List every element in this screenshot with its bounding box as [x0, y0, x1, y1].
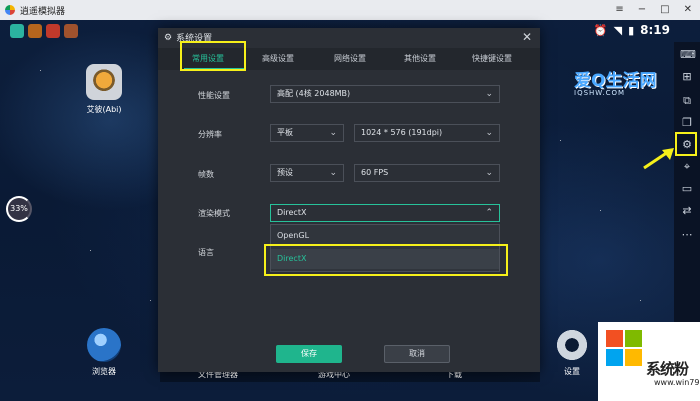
performance-label: 性能设置 — [198, 91, 230, 100]
gear-icon — [555, 328, 589, 362]
chevron-down-icon: ⌄ — [485, 168, 493, 178]
cancel-button[interactable]: 取消 — [384, 345, 450, 363]
app-label: 浏览器 — [92, 367, 116, 376]
game-notification-icon — [64, 24, 78, 38]
gear-highlight — [675, 132, 697, 156]
keyboard-icon[interactable]: ⌨ — [680, 48, 696, 62]
fps-type-select[interactable]: 预设 ⌄ — [270, 164, 344, 182]
app-label: 艾彼(Abi) — [86, 105, 122, 114]
render-mode-select[interactable]: DirectX ⌃ — [270, 204, 500, 222]
watermark-brand: 系统粉 — [646, 360, 689, 378]
option-opengl[interactable]: OpenGL — [277, 231, 309, 240]
more-icon[interactable]: ⋯ — [680, 228, 694, 242]
language-label: 语言 — [198, 248, 214, 257]
app-abi[interactable]: 艾彼(Abi) — [80, 64, 128, 115]
tab-highlight — [180, 41, 246, 71]
app-label: 设置 — [564, 367, 580, 376]
memory-progress-ring[interactable]: 33% — [6, 196, 32, 222]
app-browser[interactable]: 浏览器 — [80, 328, 128, 377]
tab-network[interactable]: 网络设置 — [334, 53, 366, 64]
alarm-icon: ⏰ — [593, 23, 608, 37]
watermark-iqshw: 爱Q生活网 IQSHW.COM — [574, 66, 670, 108]
maximize-icon[interactable]: □ — [660, 4, 669, 15]
chevron-up-icon: ⌃ — [485, 208, 493, 218]
close-window-icon[interactable]: ✕ — [684, 4, 692, 15]
performance-select[interactable]: 高配 (4核 2048MB) ⌄ — [270, 85, 500, 103]
watermark-url: www.win7999.com — [654, 378, 700, 387]
app-settings[interactable]: 设置 — [548, 328, 596, 377]
screenshot-icon[interactable]: ⧉ — [680, 94, 694, 108]
resolution-type-select[interactable]: 平板 ⌄ — [270, 124, 344, 142]
window-title: 逍遥模拟器 — [20, 6, 66, 17]
tab-other[interactable]: 其他设置 — [404, 53, 436, 64]
rotate-icon[interactable]: ⇄ — [680, 204, 694, 218]
tab-advanced[interactable]: 高级设置 — [262, 53, 294, 64]
chevron-down-icon: ⌄ — [329, 168, 337, 178]
multi-window-icon[interactable]: ❐ — [680, 116, 694, 130]
game-notification-icon — [46, 24, 60, 38]
keymap-icon[interactable]: ⊞ — [680, 70, 694, 84]
windows-logo-icon — [606, 330, 642, 366]
save-button[interactable]: 保存 — [276, 345, 342, 363]
globe-icon — [87, 328, 121, 362]
status-indicators: ⏰ ◥ ▮ 8:19 — [594, 23, 670, 37]
clock: 8:19 — [640, 23, 670, 37]
resolution-select[interactable]: 1024 * 576 (191dpi) ⌄ — [354, 124, 500, 142]
fps-label: 帧数 — [198, 170, 214, 179]
chevron-down-icon: ⌄ — [329, 128, 337, 138]
camera-notification-icon — [10, 24, 24, 38]
close-icon[interactable]: ✕ — [522, 30, 532, 44]
menu-icon[interactable]: ≡ — [615, 4, 623, 15]
directx-highlight — [264, 244, 508, 276]
window-controls: ≡ − □ ✕ — [615, 4, 692, 15]
battery-icon: ▮ — [628, 23, 635, 37]
resolution-label: 分辨率 — [198, 130, 222, 139]
watermark-title: 爱Q生活网 — [574, 71, 657, 91]
tab-shortcuts[interactable]: 快捷键设置 — [472, 53, 512, 64]
arrow-pointer-icon — [643, 148, 674, 170]
minimize-icon[interactable]: − — [638, 4, 646, 15]
settings-small-icon: ⚙ — [164, 32, 173, 43]
watermark-win7999: 系统粉 www.win7999.com — [598, 322, 700, 401]
system-settings-dialog: ⚙ 系统设置 ✕ 常用设置 高级设置 网络设置 其他设置 快捷键设置 性能设置 … — [158, 28, 540, 372]
fps-select[interactable]: 60 FPS ⌄ — [354, 164, 500, 182]
wifi-icon: ◥ — [613, 23, 623, 37]
folder-icon[interactable]: ▭ — [680, 182, 694, 196]
robot-icon — [86, 64, 122, 100]
app-logo-icon — [5, 5, 15, 15]
chevron-down-icon: ⌄ — [485, 89, 493, 99]
game-notification-icon — [28, 24, 42, 38]
render-mode-label: 渲染模式 — [198, 209, 230, 218]
location-icon[interactable]: ⌖ — [680, 160, 694, 174]
title-bar: 逍遥模拟器 ≡ − □ ✕ — [0, 0, 700, 20]
chevron-down-icon: ⌄ — [485, 128, 493, 138]
